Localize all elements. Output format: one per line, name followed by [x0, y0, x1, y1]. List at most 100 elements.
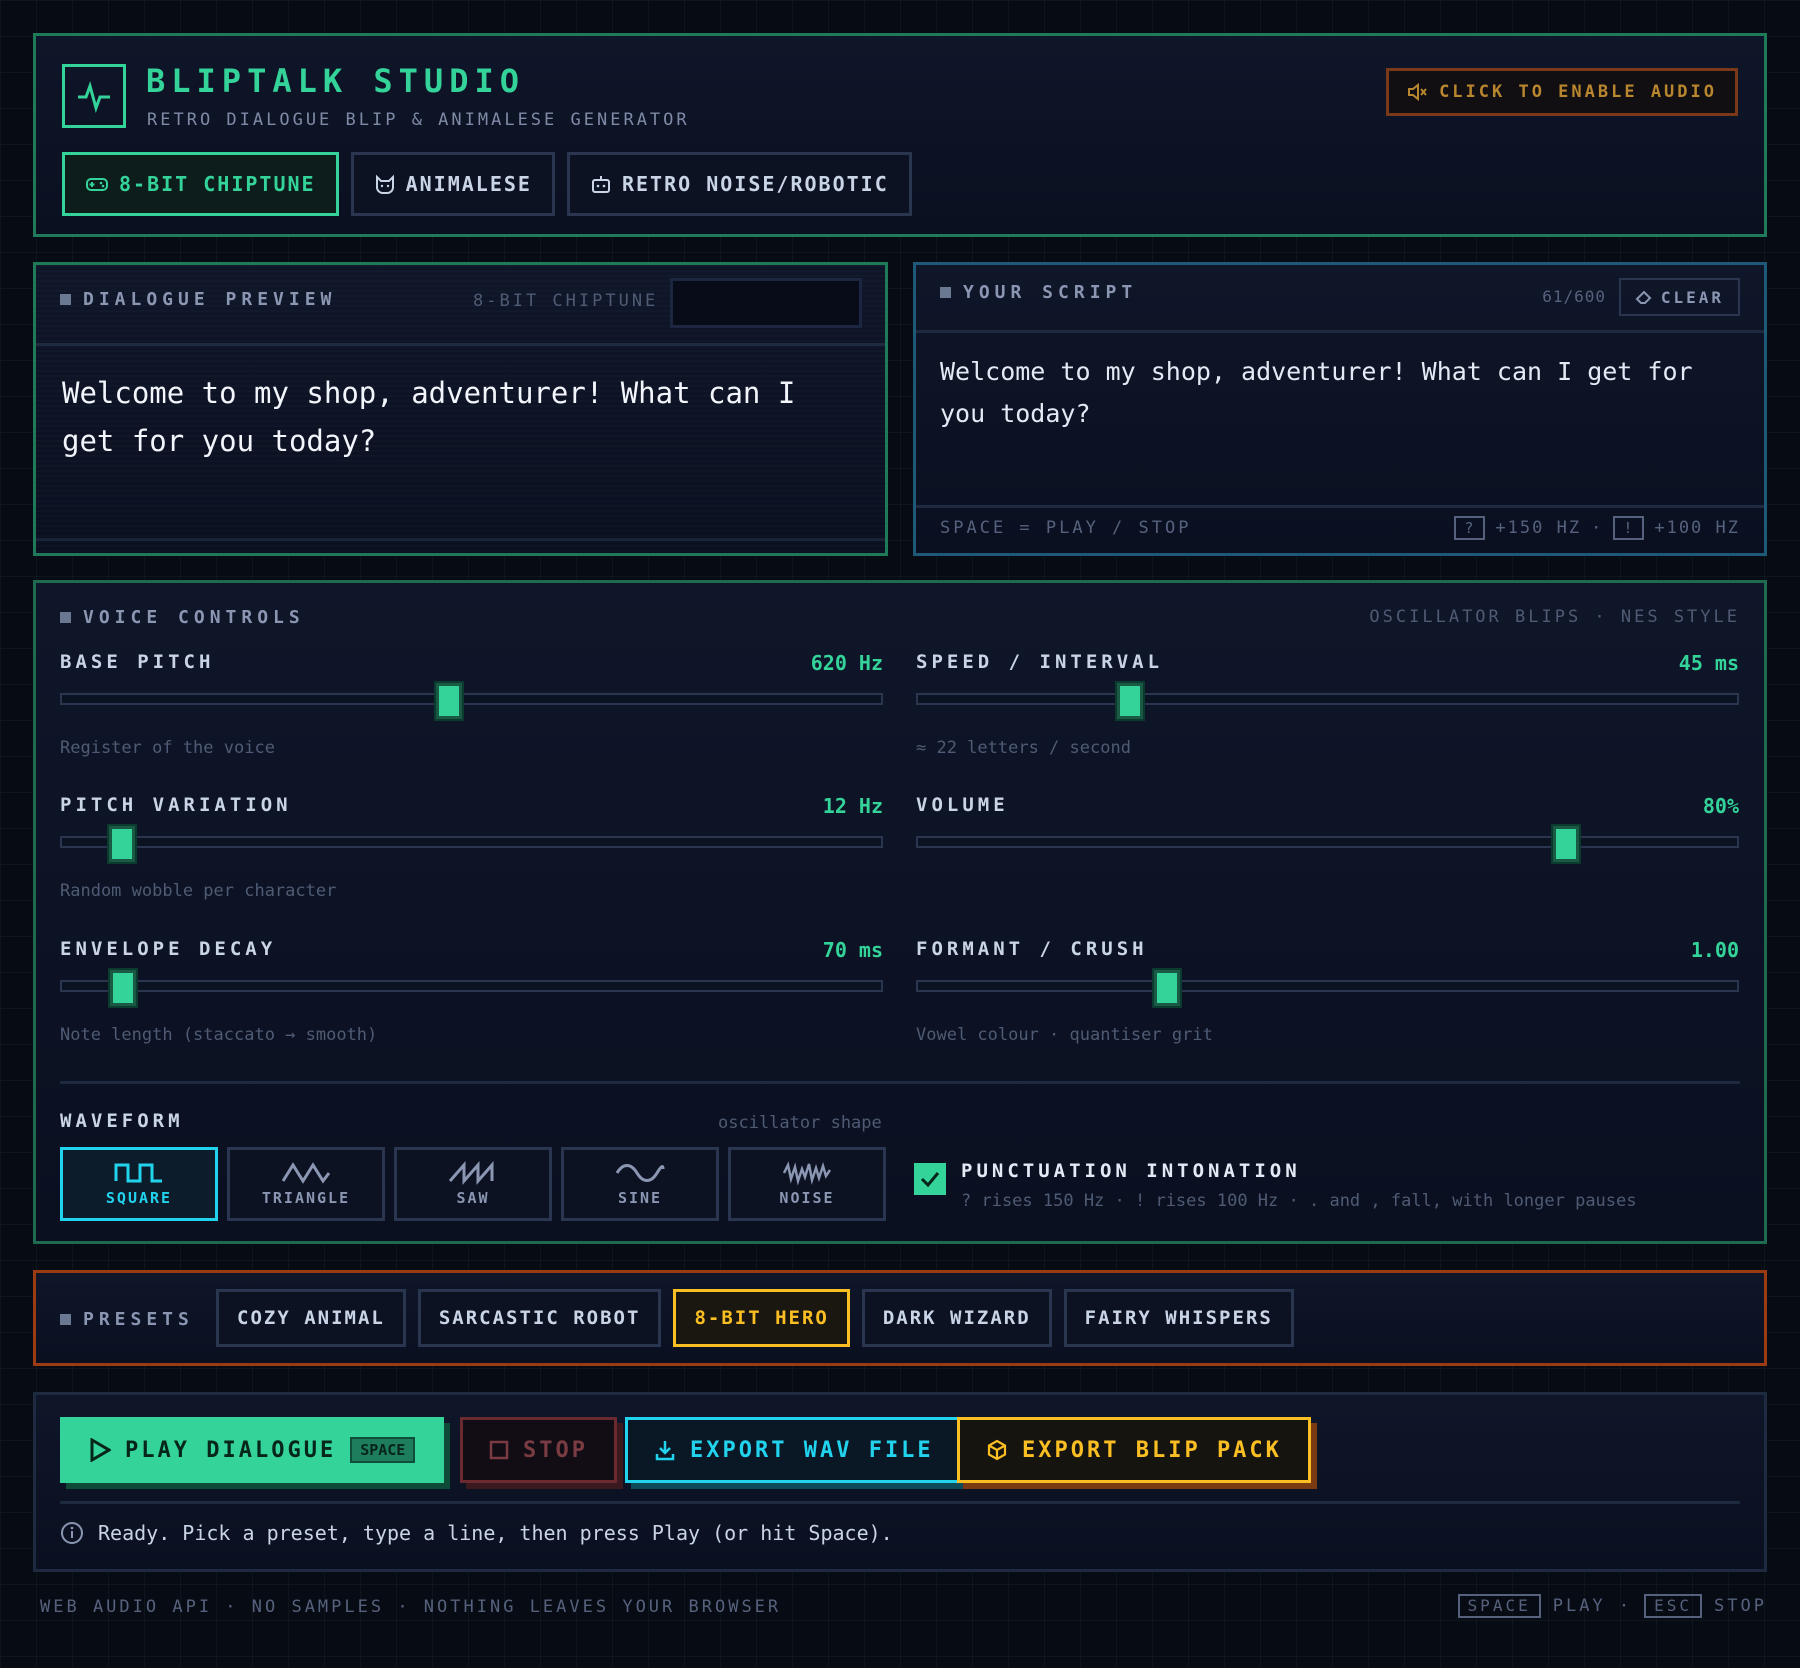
slider-formant-crush: FORMANT / CRUSH 1.00 Vowel colour · quan…: [916, 938, 1739, 1058]
divider: [36, 538, 885, 541]
slider-value: 45 ms: [1678, 651, 1739, 675]
slider-hint: Vowel colour · quantiser grit: [916, 1025, 1213, 1045]
slider-track[interactable]: [60, 693, 883, 705]
waveform-title: WAVEFORM: [60, 1110, 184, 1132]
tab-retro-noise-robotic[interactable]: RETRO NOISE/ROBOTIC: [566, 152, 912, 216]
slider-track[interactable]: [916, 693, 1739, 705]
bullet-square-icon: [60, 294, 71, 305]
presets-label: PRESETS: [60, 1309, 194, 1330]
punctuation-title: PUNCTUATION INTONATION: [961, 1160, 1301, 1182]
slider-name: VOLUME: [916, 794, 1009, 816]
bullet-square-icon: [60, 612, 71, 623]
slider-speed-interval: SPEED / INTERVAL 45 ms ≈ 22 letters / se…: [916, 651, 1739, 771]
divider: [916, 330, 1764, 333]
tab-8-bit-chiptune[interactable]: 8-BIT CHIPTUNE: [62, 152, 339, 216]
waveform-label: TRIANGLE: [261, 1189, 351, 1207]
slider-thumb[interactable]: [1553, 826, 1580, 862]
export-wav-button[interactable]: EXPORT WAV FILE: [625, 1417, 963, 1483]
waveform-saw[interactable]: SAW: [394, 1147, 552, 1221]
play-label: PLAY DIALOGUE: [125, 1437, 337, 1463]
mode-tabs: 8-BIT CHIPTUNE ANIMALESE RETRO NOISE/ROB…: [62, 152, 912, 216]
voice-controls-panel: VOICE CONTROLS OSCILLATOR BLIPS · NES ST…: [33, 580, 1767, 1244]
square-wave-icon: [114, 1163, 162, 1183]
slider-name: SPEED / INTERVAL: [916, 651, 1164, 673]
preset-fairy-whispers[interactable]: FAIRY WHISPERS: [1063, 1289, 1294, 1347]
waveform-label: NOISE: [779, 1189, 835, 1207]
clear-label: CLEAR: [1660, 287, 1724, 307]
controls-label: VOICE CONTROLS: [60, 607, 305, 628]
muted-speaker-icon: [1408, 82, 1427, 102]
space-key: SPACE: [1457, 1594, 1541, 1618]
enable-audio-button[interactable]: CLICK TO ENABLE AUDIO: [1386, 68, 1738, 116]
waveform-subtitle: oscillator shape: [718, 1113, 882, 1133]
waveform-square[interactable]: SQUARE: [60, 1147, 218, 1221]
separator: ·: [1591, 518, 1604, 538]
play-icon: [90, 1438, 111, 1462]
tab-label: 8-BIT CHIPTUNE: [119, 172, 316, 196]
preset-sarcastic-robot[interactable]: SARCASTIC ROBOT: [417, 1289, 662, 1347]
slider-envelope-decay: ENVELOPE DECAY 70 ms Note length (stacca…: [60, 938, 883, 1058]
tab-animalese[interactable]: ANIMALESE: [350, 152, 555, 216]
preset-8-bit-hero[interactable]: 8-BIT HERO: [673, 1289, 850, 1347]
slider-name: ENVELOPE DECAY: [60, 938, 277, 960]
preset-cozy-animal[interactable]: COZY ANIMAL: [216, 1289, 406, 1347]
slider-track[interactable]: [916, 836, 1739, 848]
preview-text: Welcome to my shop, adventurer! What can…: [62, 376, 796, 458]
download-icon: [655, 1441, 675, 1461]
slider-thumb[interactable]: [436, 683, 463, 719]
noise-wave-icon: [782, 1161, 832, 1185]
checkmark-icon: [920, 1172, 940, 1187]
package-icon: [987, 1439, 1007, 1461]
exclamation-pitch: +100 HZ: [1654, 518, 1740, 538]
slider-name: BASE PITCH: [60, 651, 215, 673]
waveform-label: SAW: [456, 1189, 490, 1207]
exclamation-key: !: [1613, 516, 1645, 540]
footer-note: WEB AUDIO API · NO SAMPLES · NOTHING LEA…: [40, 1597, 782, 1617]
slider-track[interactable]: [60, 836, 883, 848]
pulse-icon: [62, 64, 126, 128]
slider-hint: Random wobble per character: [60, 881, 337, 901]
waveform-noise[interactable]: NOISE: [728, 1147, 886, 1221]
slider-thumb[interactable]: [1154, 970, 1180, 1006]
preset-dark-wizard[interactable]: DARK WIZARD: [861, 1289, 1052, 1347]
script-textarea[interactable]: Welcome to my shop, adventurer! What can…: [940, 351, 1740, 435]
bullet-square-icon: [60, 1314, 71, 1325]
waveform-sine[interactable]: SINE: [561, 1147, 719, 1221]
slider-track[interactable]: [60, 980, 883, 992]
preset-list: COZY ANIMAL SARCASTIC ROBOT 8-BIT HERO D…: [216, 1289, 1294, 1347]
export-wav-label: EXPORT WAV FILE: [690, 1437, 934, 1463]
preview-mode: 8-BIT CHIPTUNE: [473, 291, 659, 311]
script-hint: SPACE = PLAY / STOP: [940, 518, 1192, 538]
clear-button[interactable]: CLEAR: [1618, 278, 1740, 316]
pitch-key-hints: ? +150 HZ · ! +100 HZ: [1454, 516, 1740, 540]
cat-icon: [375, 174, 394, 195]
tab-label: ANIMALESE: [405, 172, 532, 196]
tab-label: RETRO NOISE/ROBOTIC: [621, 172, 889, 196]
robot-icon: [591, 176, 610, 193]
space-key-badge: SPACE: [350, 1437, 416, 1463]
slider-thumb[interactable]: [1116, 683, 1143, 719]
saw-wave-icon: [448, 1161, 494, 1185]
slider-thumb[interactable]: [110, 970, 137, 1006]
stop-button[interactable]: STOP: [460, 1417, 617, 1483]
gamepad-icon: [86, 178, 108, 191]
slider-track[interactable]: [916, 980, 1739, 992]
waveform-selector: SQUARE TRIANGLE SAW SINE NOISE: [60, 1147, 886, 1221]
divider: [60, 1081, 1740, 1084]
play-dialogue-button[interactable]: PLAY DIALOGUE SPACE: [60, 1417, 445, 1483]
slider-name: FORMANT / CRUSH: [916, 938, 1148, 960]
slider-value: 620 Hz: [810, 651, 883, 675]
slider-value: 80%: [1702, 794, 1739, 818]
export-blip-pack-button[interactable]: EXPORT BLIP PACK: [957, 1417, 1311, 1483]
waveform-triangle[interactable]: TRIANGLE: [227, 1147, 385, 1221]
status-message: Ready. Pick a preset, type a line, then …: [60, 1521, 893, 1545]
punctuation-checkbox[interactable]: [914, 1163, 946, 1195]
controls-meta: OSCILLATOR BLIPS · NES STYLE: [1369, 607, 1740, 627]
preview-label: DIALOGUE PREVIEW: [60, 289, 336, 310]
slider-hint: ≈ 22 letters / second: [916, 738, 1131, 758]
enable-audio-label: CLICK TO ENABLE AUDIO: [1439, 82, 1717, 102]
slider-hint: Register of the voice: [60, 738, 275, 758]
script-panel: YOUR SCRIPT 61/600 CLEAR Welcome to my s…: [913, 262, 1767, 556]
question-pitch: +150 HZ: [1495, 518, 1582, 538]
slider-thumb[interactable]: [108, 826, 135, 862]
